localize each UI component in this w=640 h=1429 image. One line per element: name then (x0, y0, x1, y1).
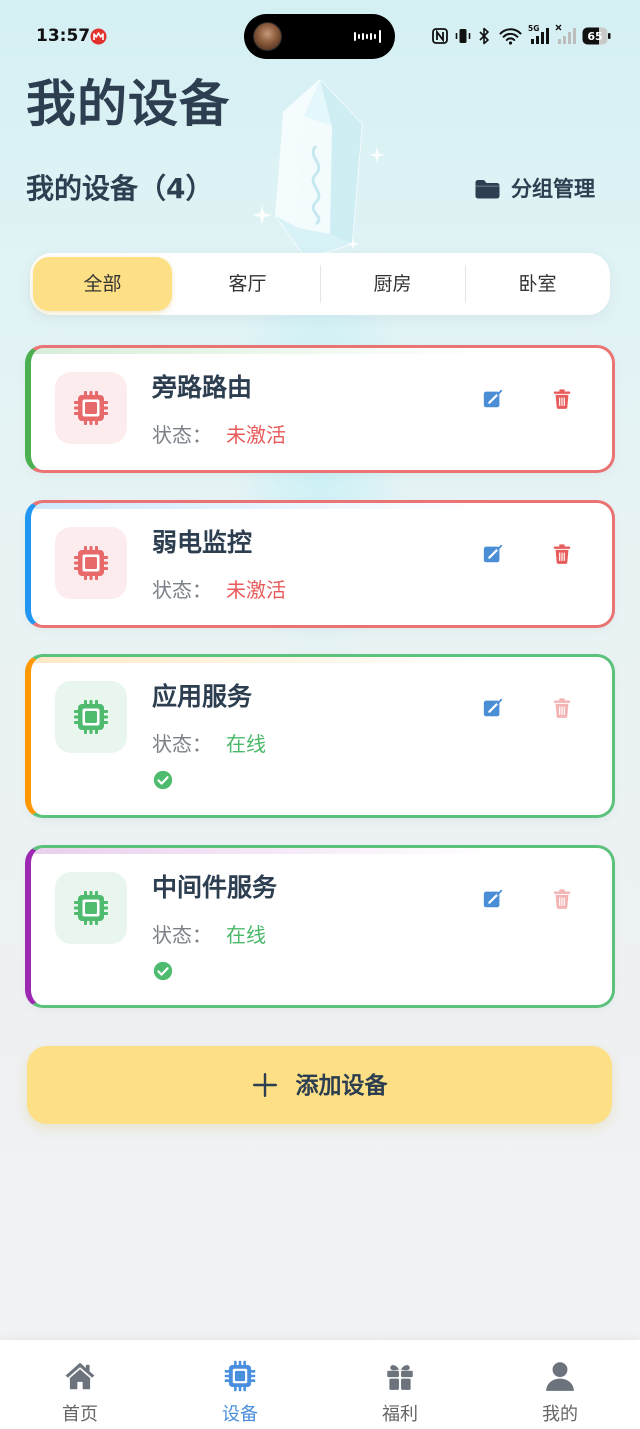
app-notification-icon (90, 28, 107, 45)
trash-icon (553, 698, 571, 718)
sparkle-icon (347, 238, 359, 250)
status-label: 状态： (152, 732, 212, 756)
check-circle-icon (153, 961, 173, 981)
battery-icon: 65 (582, 27, 611, 45)
tab-all[interactable]: 全部 (33, 257, 172, 311)
status-value: 未激活 (226, 578, 286, 602)
status-label: 状态： (152, 923, 212, 947)
group-manage-label: 分组管理 (511, 177, 595, 201)
card-top-tint (31, 657, 612, 663)
device-icon-box (55, 872, 127, 944)
gift-icon (387, 1365, 413, 1390)
device-icon-box (55, 527, 127, 599)
chip-icon (224, 1360, 256, 1392)
status-time: 13:57 (36, 26, 91, 46)
edit-button[interactable] (482, 888, 504, 910)
device-card[interactable]: 应用服务 状态： 在线 (25, 654, 615, 818)
device-icon-box (55, 372, 127, 444)
status-label: 状态： (152, 423, 212, 447)
sparkle-icon (369, 147, 385, 163)
status-value: 在线 (226, 732, 266, 756)
room-tabs: 全部 客厅 厨房 卧室 (30, 253, 610, 315)
add-device-button[interactable]: 添加设备 (27, 1046, 612, 1124)
nav-label: 我的 (542, 1404, 578, 1425)
dynamic-island-avatar (253, 22, 282, 51)
battery-level: 65 (587, 30, 602, 43)
edit-icon (483, 889, 503, 908)
nav-label: 福利 (382, 1404, 418, 1425)
delete-button[interactable] (551, 543, 573, 565)
tab-bedroom[interactable]: 卧室 (465, 253, 610, 315)
nav-item-profile[interactable]: 我的 (480, 1340, 640, 1429)
device-card[interactable]: 中间件服务 状态： 在线 (25, 845, 615, 1008)
nav-label: 首页 (62, 1404, 98, 1425)
audio-waveform-icon (354, 30, 381, 43)
add-device-label: 添加设备 (295, 1072, 388, 1098)
status-label: 状态： (152, 578, 212, 602)
nfc-icon (432, 28, 448, 44)
network-type: 5G (528, 24, 539, 33)
group-manage-button[interactable]: 分组管理 (474, 172, 595, 206)
cellular-signal-icon: 5G (528, 24, 549, 44)
nav-label: 设备 (222, 1404, 258, 1425)
nav-item-home[interactable]: 首页 (0, 1340, 160, 1429)
nav-item-devices[interactable]: 设备 (160, 1340, 320, 1429)
home-icon (65, 1362, 95, 1390)
cellular-signal-secondary-icon (555, 24, 576, 44)
device-count-title: 我的设备（4） (26, 172, 214, 205)
device-name: 中间件服务 (152, 873, 278, 902)
device-card[interactable]: 弱电监控 状态： 未激活 (25, 500, 615, 628)
edit-button[interactable] (482, 697, 504, 719)
device-name: 弱电监控 (152, 528, 253, 557)
card-top-tint (31, 503, 612, 509)
chip-icon (74, 546, 108, 580)
tab-living-room[interactable]: 客厅 (175, 253, 320, 315)
device-name: 旁路路由 (152, 373, 253, 402)
trash-icon (553, 389, 571, 409)
edit-button[interactable] (482, 388, 504, 410)
sparkle-icon (252, 205, 272, 225)
status-value: 在线 (226, 923, 266, 947)
device-icon-box (55, 681, 127, 753)
device-card[interactable]: 旁路路由 状态： 未激活 (25, 345, 615, 473)
page-title: 我的设备 (26, 75, 230, 133)
crystal-decoration (275, 78, 363, 259)
dynamic-island[interactable] (244, 14, 395, 59)
device-name: 应用服务 (152, 682, 253, 711)
status-bar: 13:57 5G 65 (0, 0, 640, 72)
trash-icon (553, 889, 571, 909)
check-circle-icon (153, 770, 173, 790)
edit-icon (483, 544, 503, 563)
bluetooth-icon (479, 27, 489, 45)
folder-icon (475, 180, 500, 199)
tab-kitchen[interactable]: 厨房 (320, 253, 465, 315)
card-top-tint (31, 848, 612, 854)
delete-button[interactable] (551, 697, 573, 719)
trash-icon (553, 544, 571, 564)
delete-button[interactable] (551, 888, 573, 910)
edit-button[interactable] (482, 543, 504, 565)
chip-icon (74, 391, 108, 425)
card-top-tint (31, 348, 612, 354)
vibrate-icon (455, 29, 471, 43)
nav-item-benefits[interactable]: 福利 (320, 1340, 480, 1429)
user-icon (546, 1362, 574, 1391)
edit-icon (483, 698, 503, 717)
chip-icon (74, 700, 108, 734)
edit-icon (483, 389, 503, 408)
bottom-nav: 首页 设备 福利 我的 (0, 1340, 640, 1429)
delete-button[interactable] (551, 388, 573, 410)
plus-icon (252, 1072, 277, 1098)
chip-icon (74, 891, 108, 925)
wifi-icon (499, 28, 522, 45)
status-value: 未激活 (226, 423, 286, 447)
